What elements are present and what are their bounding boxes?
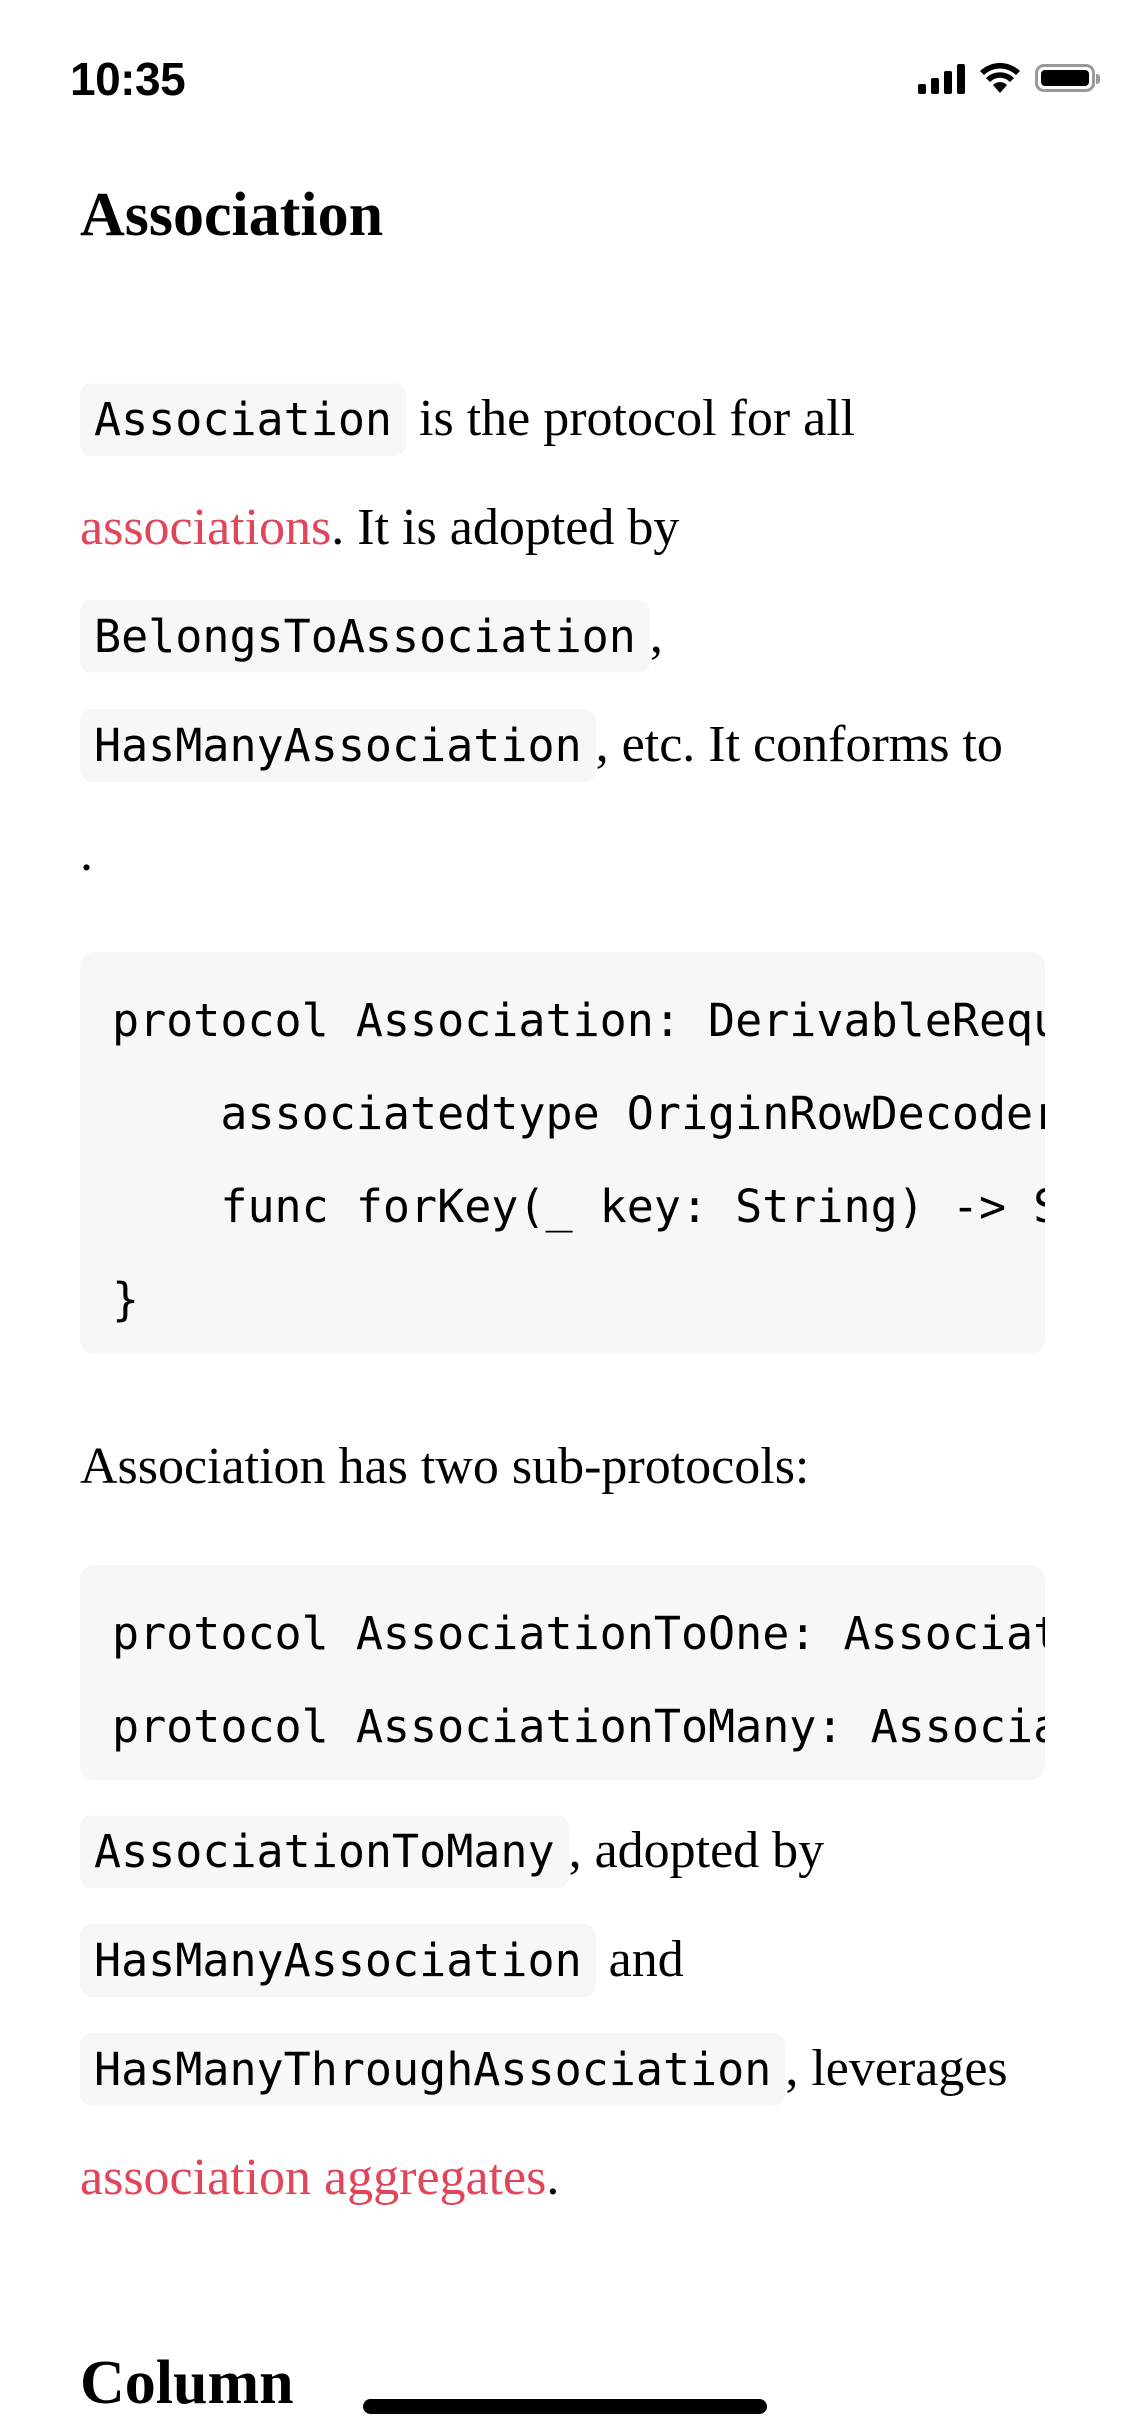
section-title: Association [80,181,384,249]
code-line: associatedtype OriginRowDecoder [112,1087,1045,1140]
sub-protocols-paragraph: Association has two sub-protocols: [80,1438,810,1495]
code-line: } [112,1273,140,1326]
inline-code: BelongsToAssociation [80,600,650,673]
inline-code: HasManyThroughAssociation [80,2033,786,2106]
status-icons [918,62,1100,94]
status-bar: 10:35 [0,0,1125,130]
status-time: 10:35 [70,53,186,105]
code-block[interactable]: protocol AssociationToOne: Associat prot… [80,1565,1045,1780]
code-line: protocol AssociationToOne: Associat [112,1607,1045,1660]
inline-code: HasManyAssociation [80,709,596,782]
inline-code: Association [80,383,407,456]
code-line: func forKey(_ key: String) -> S [112,1180,1045,1233]
association-aggregates-link[interactable]: association aggregates [80,2149,546,2206]
intro-paragraph: Association is the protocol for all asso… [80,365,1065,908]
aggregates-paragraph: AssociationToMany, adopted by HasManyAss… [80,1797,1065,2232]
cellular-signal-icon [918,62,965,94]
wifi-icon [980,63,1020,93]
inline-code: AssociationToMany [80,1815,569,1888]
code-line: protocol AssociationToMany: Associa [112,1700,1045,1753]
home-indicator[interactable] [363,2399,767,2414]
code-block[interactable]: protocol Association: DerivableRequ asso… [80,952,1045,1354]
associations-link[interactable]: associations [80,499,331,556]
battery-icon [1035,64,1100,92]
next-section-title: Column [80,2349,294,2417]
code-line: protocol Association: DerivableRequ [112,994,1045,1047]
inline-code: HasManyAssociation [80,1924,596,1997]
